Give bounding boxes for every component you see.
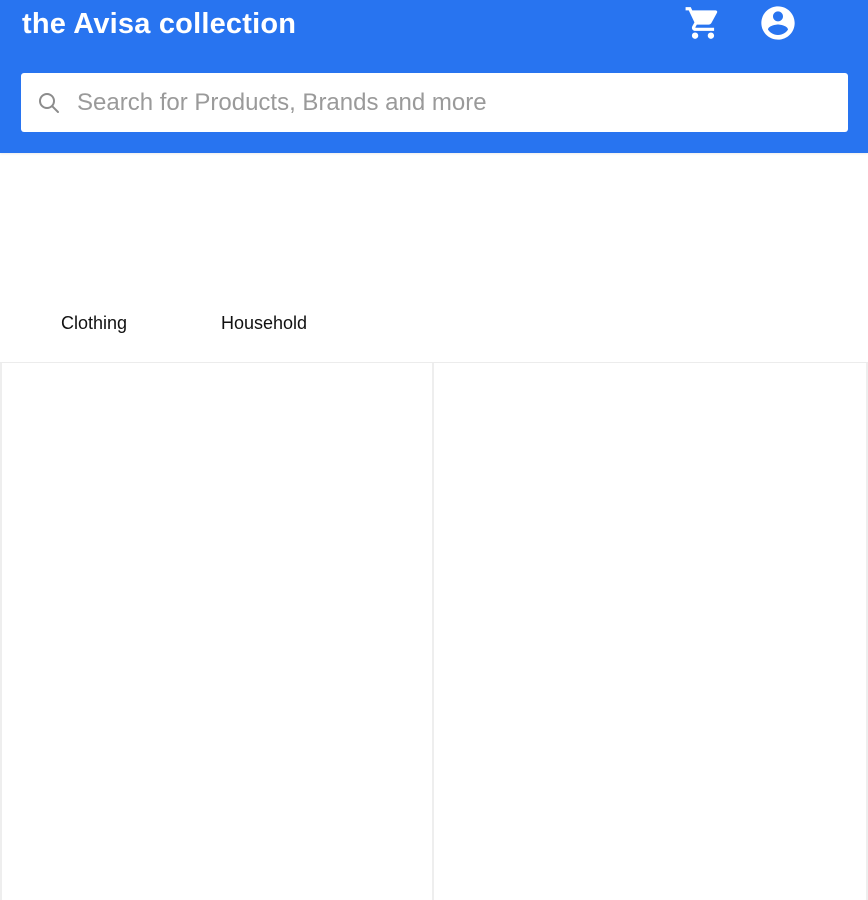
search-icon[interactable] (37, 91, 61, 115)
product-card[interactable] (0, 363, 434, 900)
product-grid (0, 363, 868, 900)
cart-icon (685, 7, 718, 39)
product-card[interactable] (434, 363, 868, 900)
tab-clothing[interactable]: Clothing (61, 312, 127, 334)
account-button[interactable] (758, 3, 798, 43)
account-circle-icon (761, 6, 795, 40)
brand-title[interactable]: the Avisa collection (22, 6, 296, 42)
search-input[interactable] (77, 73, 837, 132)
tab-household[interactable]: Household (221, 312, 307, 334)
cart-button[interactable] (683, 3, 723, 43)
top-app-bar: the Avisa collection (0, 0, 868, 153)
search-bar (21, 73, 848, 132)
category-tabs: Clothing Household (0, 300, 868, 344)
